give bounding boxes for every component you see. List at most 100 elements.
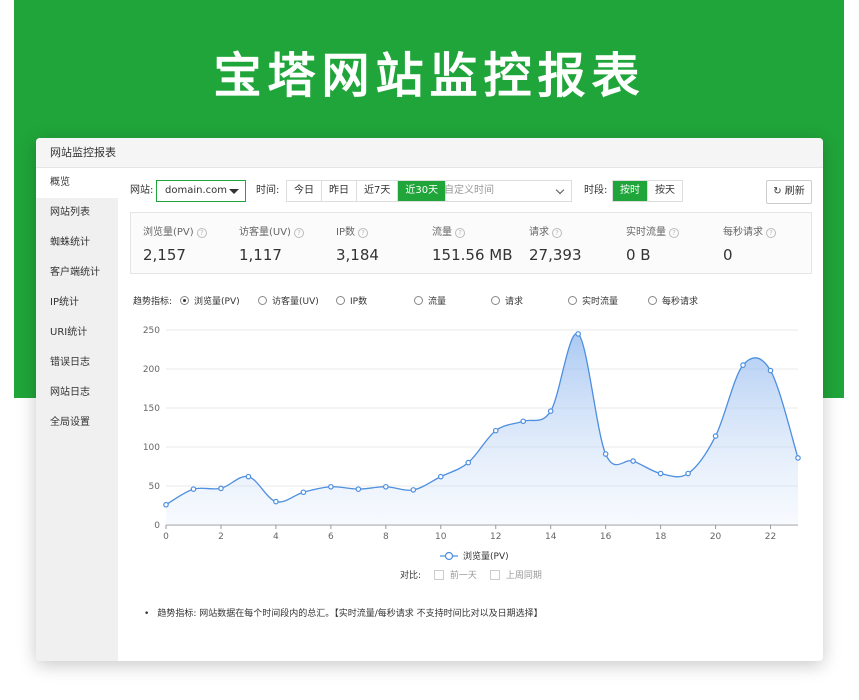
stat-value: 27,393 — [529, 246, 582, 264]
data-point — [273, 498, 279, 505]
main-content: 网站: domain.com 时间: 今日 昨日 近7天 近30天 自定义时间 … — [118, 168, 823, 661]
sidebar-item-spider-stats[interactable]: 蜘蛛统计 — [36, 228, 118, 258]
stat-value: 0 B — [626, 246, 651, 264]
x-tick-label: 8 — [383, 532, 389, 542]
time-label: 时间: — [256, 185, 280, 196]
trend-radio-ip[interactable]: IP数 — [336, 294, 367, 307]
trend-radio-requests[interactable]: 请求 — [491, 294, 523, 307]
stat-pv: 浏览量(PV)? 2,157 — [143, 223, 207, 264]
trend-radio-realtime-traffic[interactable]: 实时流量 — [568, 294, 618, 307]
site-select[interactable]: domain.com — [156, 180, 246, 202]
data-point — [657, 470, 664, 477]
stat-value: 0 — [723, 246, 733, 264]
data-point — [685, 470, 691, 477]
trend-radio-traffic[interactable]: 流量 — [414, 294, 446, 307]
help-icon[interactable]: ? — [293, 228, 304, 238]
stat-value: 151.56 MB — [432, 246, 513, 264]
custom-time-input[interactable]: 自定义时间 — [436, 180, 572, 202]
data-point — [410, 487, 417, 493]
x-tick-label: 10 — [435, 532, 447, 542]
site-select-value: domain.com — [165, 185, 227, 196]
compare-label: 对比: — [400, 571, 422, 581]
sidebar-item-global-settings[interactable]: 全局设置 — [36, 408, 118, 438]
sidebar-item-site-list[interactable]: 网站列表 — [36, 198, 118, 228]
y-tick-label: 150 — [143, 404, 160, 414]
compare-option-label: 前一天 — [449, 571, 477, 581]
data-point — [520, 418, 527, 425]
stat-realtime-traffic: 实时流量? 0 B — [626, 223, 679, 264]
help-icon[interactable]: ? — [357, 228, 368, 238]
y-tick-label: 200 — [143, 365, 160, 375]
compare-previous-day-checkbox[interactable] — [433, 570, 444, 580]
x-tick-label: 0 — [163, 532, 169, 542]
y-tick-label: 50 — [149, 482, 161, 492]
radio-label: IP数 — [350, 297, 368, 307]
sidebar-item-ip-stats[interactable]: IP统计 — [36, 288, 118, 318]
period-hourly-button[interactable]: 按时 — [613, 181, 648, 201]
stat-label: 实时流量 — [626, 227, 666, 238]
radio-label: 请求 — [505, 297, 524, 307]
radio-icon — [336, 296, 345, 305]
pv-area-chart: 0 50 100 150 200 250 0 2 4 6 8 10 12 14 16 18 20 22 浏览量(PV… — [143, 326, 801, 562]
stat-label: 请求 — [529, 227, 549, 238]
trend-radio-pv[interactable]: 浏览量(PV) — [180, 294, 240, 307]
x-tick-label: 4 — [273, 532, 279, 542]
report-panel: 网站监控报表 概览 网站列表 蜘蛛统计 客户端统计 IP统计 URI统计 错误日… — [36, 138, 823, 661]
stat-label: IP数 — [336, 227, 355, 238]
data-point — [437, 473, 444, 480]
x-tick-label: 16 — [600, 532, 612, 542]
x-tick-label: 6 — [328, 532, 334, 542]
radio-label: 每秒请求 — [662, 297, 699, 307]
stat-label: 每秒请求 — [723, 227, 763, 238]
radio-icon — [568, 296, 577, 305]
sidebar: 概览 网站列表 蜘蛛统计 客户端统计 IP统计 URI统计 错误日志 网站日志 … — [36, 168, 118, 661]
sidebar-item-overview[interactable]: 概览 — [36, 168, 118, 198]
period-button-group: 按时 按天 — [612, 180, 683, 202]
series-area — [166, 333, 798, 525]
y-tick-label: 250 — [143, 326, 160, 336]
help-icon[interactable]: ? — [196, 228, 207, 238]
data-point — [355, 486, 362, 492]
trend-label: 趋势指标: — [133, 297, 173, 307]
sidebar-item-client-stats[interactable]: 客户端统计 — [36, 258, 118, 288]
sidebar-item-uri-stats[interactable]: URI统计 — [36, 318, 118, 348]
data-point — [547, 408, 554, 414]
compare-options: 对比: 前一天 上周同期 — [400, 568, 542, 581]
time-7days-button[interactable]: 近7天 — [357, 181, 399, 201]
sidebar-item-error-log[interactable]: 错误日志 — [36, 348, 118, 378]
compare-last-week-checkbox[interactable] — [489, 570, 500, 580]
custom-time-placeholder: 自定义时间 — [444, 185, 494, 196]
refresh-label: 刷新 — [784, 186, 805, 197]
radio-icon — [491, 296, 500, 305]
help-icon[interactable]: ? — [766, 228, 776, 238]
help-icon[interactable]: ? — [669, 228, 679, 238]
period-label: 时段: — [584, 185, 608, 196]
legend-label: 浏览量(PV) — [463, 550, 509, 562]
period-daily-button[interactable]: 按天 — [648, 181, 682, 201]
compare-option-label: 上周同期 — [505, 571, 542, 581]
stat-label: 访客量(UV) — [239, 227, 291, 238]
data-point — [465, 459, 472, 466]
trend-radio-uv[interactable]: 访客量(UV) — [258, 294, 319, 307]
x-tick-label: 18 — [655, 532, 667, 542]
stat-requests-per-second: 每秒请求? 0 — [723, 223, 776, 264]
help-icon[interactable]: ? — [455, 228, 465, 238]
time-today-button[interactable]: 今日 — [287, 181, 322, 201]
data-point — [190, 486, 197, 492]
stat-requests: 请求? 27,393 — [529, 223, 582, 264]
time-yesterday-button[interactable]: 昨日 — [322, 181, 357, 201]
x-tick-label: 12 — [490, 532, 501, 542]
help-icon[interactable]: ? — [552, 228, 562, 238]
x-tick-label: 2 — [218, 532, 224, 542]
trend-selector: 趋势指标: 浏览量(PV) 访客量(UV) IP数 流量 请求 实时流量 每秒请… — [130, 294, 820, 308]
data-point — [740, 362, 746, 368]
refresh-button[interactable]: ↻ 刷新 — [766, 180, 812, 204]
trend-radio-rps[interactable]: 每秒请求 — [648, 294, 698, 307]
refresh-icon: ↻ — [773, 186, 782, 197]
data-point — [767, 367, 774, 374]
data-point — [300, 489, 307, 496]
stat-value: 2,157 — [143, 246, 186, 264]
sidebar-item-site-log[interactable]: 网站日志 — [36, 378, 118, 408]
x-tick-label: 20 — [710, 532, 722, 542]
radio-label: 实时流量 — [582, 297, 619, 307]
